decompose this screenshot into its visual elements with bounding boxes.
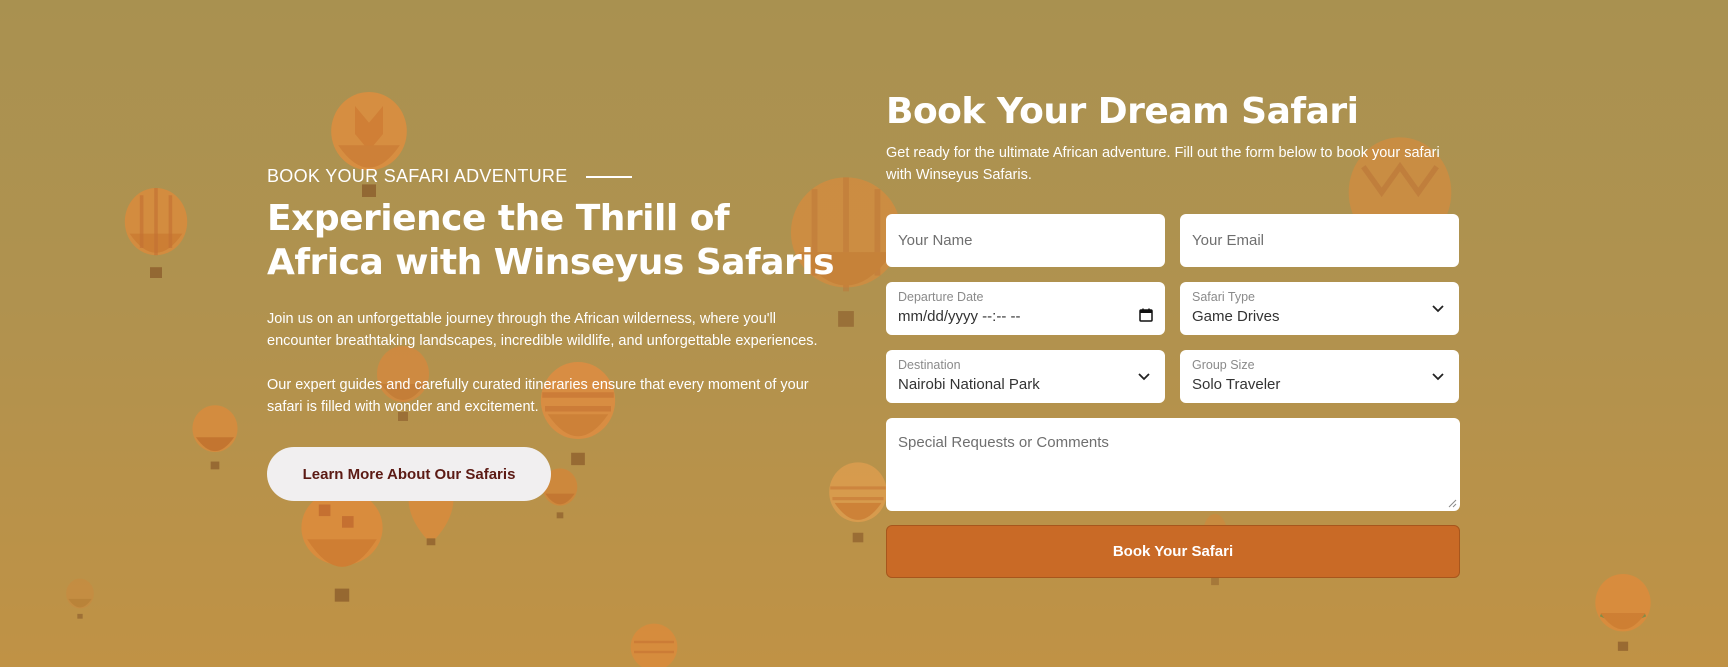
name-placeholder: Your Name xyxy=(898,232,973,249)
eyebrow-divider xyxy=(585,175,632,178)
calendar-icon[interactable] xyxy=(1139,308,1153,322)
email-field[interactable]: Your Email xyxy=(1180,214,1459,267)
comments-placeholder: Special Requests or Comments xyxy=(898,434,1109,451)
form-row-1: Your Name Your Email xyxy=(886,214,1460,267)
booking-description: Get ready for the ultimate African adven… xyxy=(886,145,1440,183)
booking-title: Book Your Dream Safari xyxy=(886,91,1359,132)
destination-label: Destination xyxy=(898,358,961,372)
eyebrow: BOOK YOUR SAFARI ADVENTURE xyxy=(267,166,837,187)
group-size-label: Group Size xyxy=(1192,358,1255,372)
resize-handle-icon[interactable] xyxy=(1448,499,1457,508)
hot-air-balloon-icon xyxy=(189,404,241,474)
group-size-select[interactable]: Group Size Solo Traveler xyxy=(1180,350,1459,403)
departure-date-label: Departure Date xyxy=(898,290,984,304)
hot-air-balloon-icon xyxy=(296,490,388,606)
hot-air-balloon-icon xyxy=(404,495,458,547)
departure-date-field[interactable]: Departure Date mm/dd/yyyy --:-- -- xyxy=(886,282,1165,335)
eyebrow-text: BOOK YOUR SAFARI ADVENTURE xyxy=(267,166,568,186)
group-size-value: Solo Traveler xyxy=(1192,376,1281,393)
chevron-down-icon xyxy=(1432,305,1444,313)
hero-paragraph-2: Our expert guides and carefully curated … xyxy=(267,377,809,415)
comments-textarea[interactable]: Special Requests or Comments xyxy=(886,418,1460,511)
hero-headline: Experience the Thrill of Africa with Win… xyxy=(267,198,835,283)
hot-air-balloon-icon xyxy=(826,456,890,554)
hero-intro: BOOK YOUR SAFARI ADVENTURE Experience th… xyxy=(267,166,837,501)
book-safari-button[interactable]: Book Your Safari xyxy=(886,525,1460,578)
safari-type-value: Game Drives xyxy=(1192,308,1280,325)
safari-type-label: Safari Type xyxy=(1192,290,1256,304)
form-row-3: Destination Nairobi National Park Group … xyxy=(886,350,1460,403)
hot-air-balloon-icon xyxy=(118,188,194,284)
form-row-2: Departure Date mm/dd/yyyy --:-- -- Safar… xyxy=(886,282,1460,335)
name-field[interactable]: Your Name xyxy=(886,214,1165,267)
departure-date-value: mm/dd/yyyy --:-- -- xyxy=(898,308,1021,325)
destination-value: Nairobi National Park xyxy=(898,376,1040,393)
chevron-down-icon xyxy=(1138,373,1150,381)
booking-panel: Book Your Dream Safari Get ready for the… xyxy=(886,90,1460,578)
booking-form: Your Name Your Email Departure Date mm/d… xyxy=(886,214,1460,578)
hero-paragraph-1: Join us on an unforgettable journey thro… xyxy=(267,311,818,349)
hot-air-balloon-icon xyxy=(1590,574,1656,656)
safari-type-select[interactable]: Safari Type Game Drives xyxy=(1180,282,1459,335)
destination-select[interactable]: Destination Nairobi National Park xyxy=(886,350,1165,403)
hot-air-balloon-icon xyxy=(64,578,96,622)
hero-section: BOOK YOUR SAFARI ADVENTURE Experience th… xyxy=(0,0,1728,667)
learn-more-button[interactable]: Learn More About Our Safaris xyxy=(267,447,551,501)
chevron-down-icon xyxy=(1432,373,1444,381)
hot-air-balloon-icon xyxy=(628,622,680,667)
email-placeholder: Your Email xyxy=(1192,232,1264,249)
